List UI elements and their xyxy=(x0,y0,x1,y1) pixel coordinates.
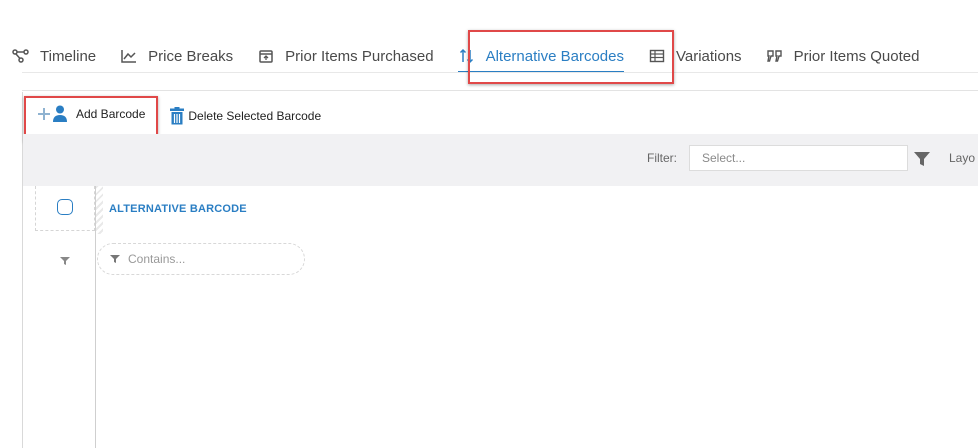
select-all-cell xyxy=(35,186,95,231)
tab-label: Prior Items Quoted xyxy=(793,47,920,65)
filter-label: Filter: xyxy=(647,151,677,165)
tab-label: Price Breaks xyxy=(148,47,234,65)
tab-label: Prior Items Purchased xyxy=(285,47,434,65)
chart-line-icon xyxy=(120,47,138,65)
delete-selected-barcode-button[interactable]: Delete Selected Barcode xyxy=(169,102,321,130)
trash-icon xyxy=(169,107,185,125)
tab-bar: Timeline Price Breaks Prior Items Purcha… xyxy=(0,40,978,73)
row-filter-icon xyxy=(60,253,70,265)
tab-variations[interactable]: Variations xyxy=(636,41,754,71)
sort-arrows-icon xyxy=(458,47,476,65)
tab-prior-items-quoted[interactable]: Prior Items Quoted xyxy=(754,41,932,71)
column-resize-hatch xyxy=(96,186,103,234)
filter-icon xyxy=(110,254,120,264)
add-user-icon xyxy=(36,104,70,124)
tab-prior-items-purchased[interactable]: Prior Items Purchased xyxy=(245,41,445,71)
filter-bar: Filter: Layo xyxy=(23,134,978,186)
table-icon xyxy=(648,47,666,65)
delete-selected-barcode-label: Delete Selected Barcode xyxy=(188,109,322,123)
add-barcode-button[interactable]: Add Barcode xyxy=(36,100,145,128)
tab-alternative-barcodes[interactable]: Alternative Barcodes xyxy=(446,41,636,73)
quote-icon xyxy=(766,47,784,65)
filter-funnel-icon[interactable] xyxy=(913,150,931,168)
column-header-alternative-barcode[interactable]: ALTERNATIVE BARCODE xyxy=(109,203,247,215)
column-filter-field xyxy=(97,243,305,275)
select-all-checkbox[interactable] xyxy=(57,199,73,215)
filter-select-input[interactable] xyxy=(689,145,908,171)
tab-label: Alternative Barcodes xyxy=(485,47,624,65)
tab-label: Variations xyxy=(675,47,742,65)
timeline-icon xyxy=(12,47,30,65)
toolbar: Add Barcode Delete Selected Barcode xyxy=(22,92,978,136)
grid-column-divider xyxy=(95,186,96,448)
content-divider xyxy=(22,90,978,91)
contains-filter-input[interactable] xyxy=(128,252,278,266)
box-upload-icon xyxy=(257,47,275,65)
page: Timeline Price Breaks Prior Items Purcha… xyxy=(0,0,978,448)
layout-label: Layo xyxy=(949,151,976,165)
tab-price-breaks[interactable]: Price Breaks xyxy=(108,41,245,71)
tab-label: Timeline xyxy=(40,47,97,65)
tab-timeline[interactable]: Timeline xyxy=(0,41,108,71)
tabbar-divider xyxy=(22,72,978,73)
add-barcode-label: Add Barcode xyxy=(76,107,146,121)
